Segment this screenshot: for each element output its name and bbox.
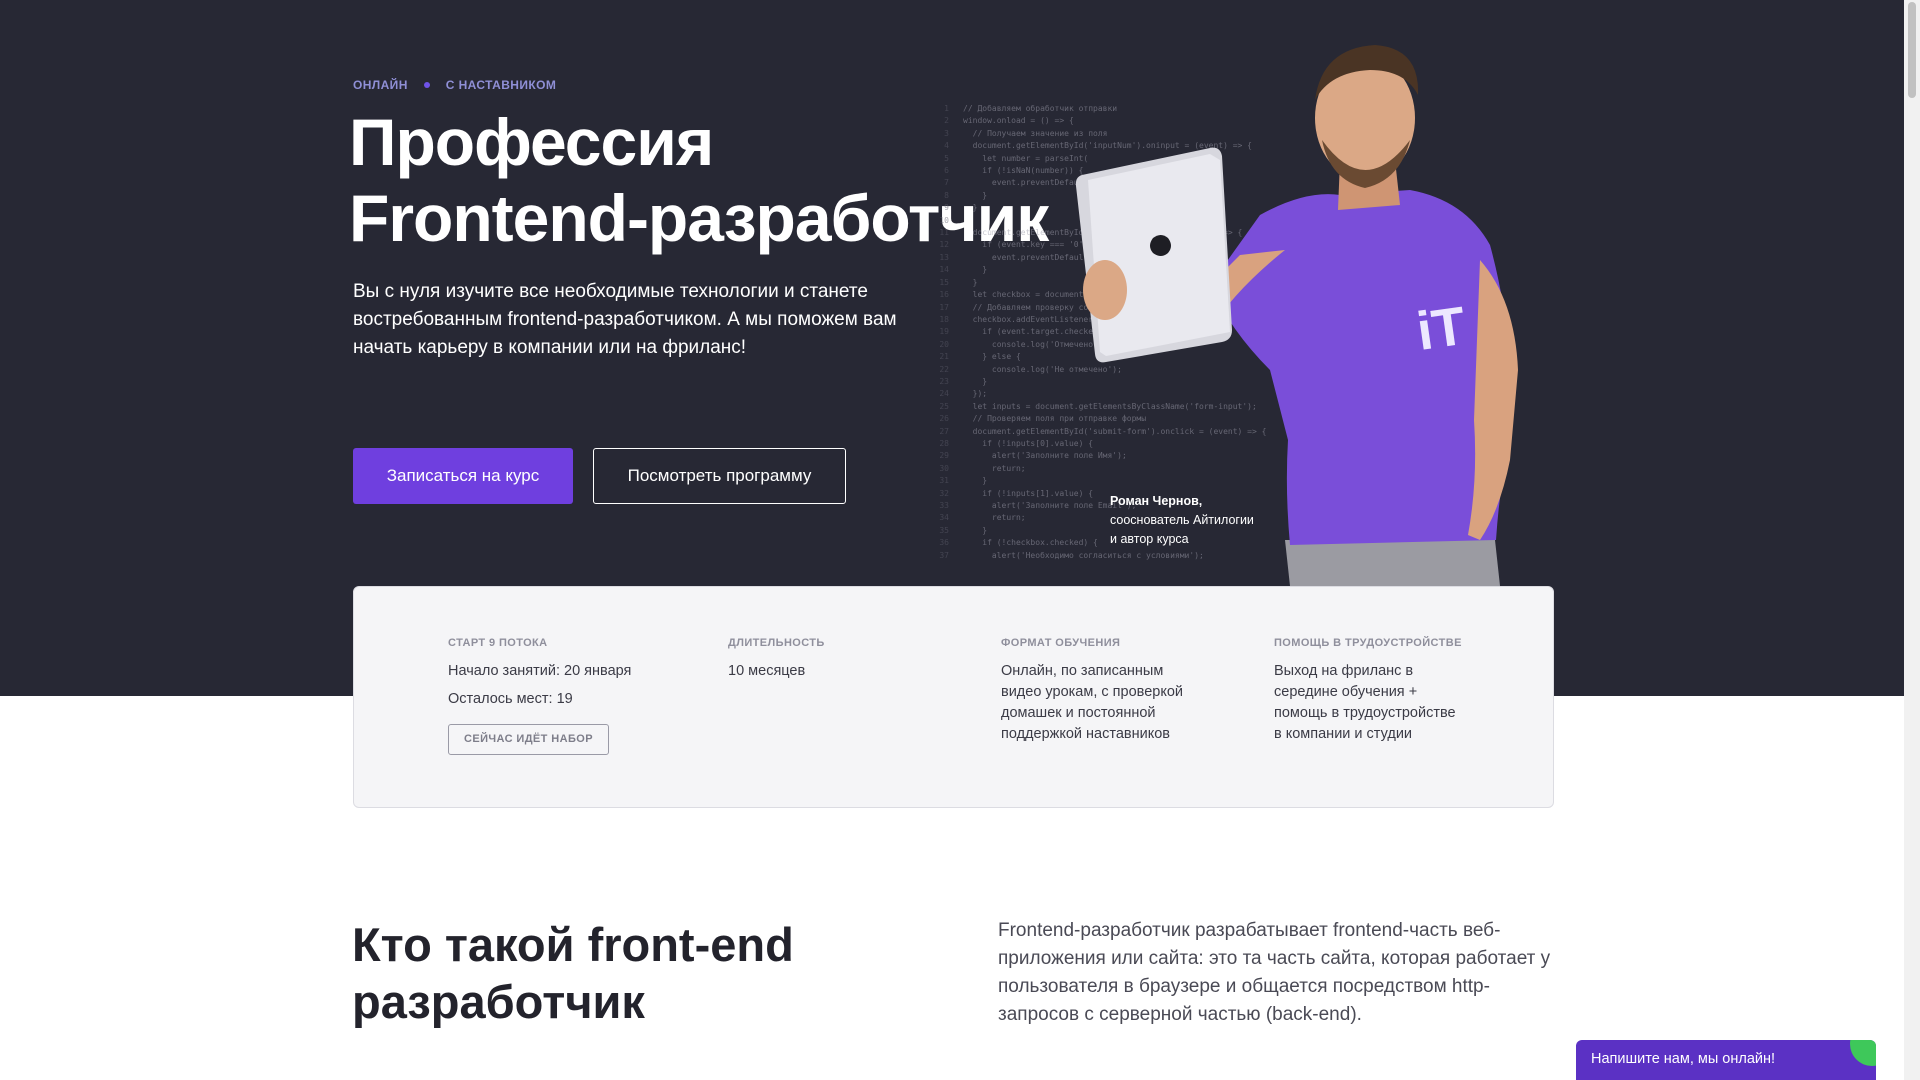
section-title-line-1: Кто такой front-end [352, 918, 794, 971]
info-start: СТАРТ 9 ПОТОКА Начало занятий: 20 января… [448, 637, 631, 755]
code-line-number: 28 [939, 438, 949, 448]
code-line-number: 33 [939, 501, 949, 510]
chat-widget-button[interactable]: Напишите нам, мы онлайн! [1576, 1040, 1876, 1080]
author-role-line-2: и автор курса [1110, 532, 1189, 546]
scrollbar-thumb[interactable] [1908, 2, 1916, 98]
code-line-number: 32 [939, 488, 949, 498]
section-description: Frontend-разработчик разрабатывает front… [998, 920, 1551, 1025]
code-line-text: } [963, 203, 978, 213]
enroll-button[interactable]: Записаться на курс [353, 448, 573, 504]
code-line-number: 12 [939, 240, 949, 250]
code-line-text: } [963, 476, 988, 486]
code-line-text: } [963, 277, 978, 287]
tag-mentor: С НАСТАВНИКОМ [445, 78, 557, 92]
info-duration-value: 10 месяцев [728, 663, 806, 679]
code-line-number: 16 [939, 290, 949, 300]
info-format: ФОРМАТ ОБУЧЕНИЯ Онлайн, по записанным ви… [1001, 637, 1183, 745]
info-career-line: Выход на фриланс в [1274, 663, 1414, 679]
code-line-text: return; [963, 513, 1026, 523]
jeans-shape [1285, 540, 1500, 586]
code-line-number: 17 [939, 302, 949, 312]
code-line-number: 37 [939, 550, 949, 560]
code-line-number: 21 [939, 352, 949, 362]
info-format-label: ФОРМАТ ОБУЧЕНИЯ [1001, 637, 1121, 649]
info-duration-label: ДЛИТЕЛЬНОСТЬ [728, 637, 825, 649]
code-line-text: } [963, 376, 988, 386]
info-seats-left: Осталось мест: 19 [448, 691, 573, 707]
code-line-number: 29 [939, 451, 949, 461]
code-line-number: 31 [939, 476, 949, 486]
code-line-number: 4 [944, 141, 949, 151]
status-badge: СЕЙЧАС ИДЁТ НАБОР [448, 724, 609, 755]
code-line-number: 20 [939, 339, 949, 349]
course-info-card: СТАРТ 9 ПОТОКА Начало занятий: 20 января… [353, 586, 1554, 808]
code-line-number: 1 [944, 104, 949, 113]
code-line-number: 7 [944, 178, 949, 188]
code-line-number: 3 [944, 128, 949, 138]
code-line-number: 23 [939, 376, 949, 386]
author-caption: Роман Чернов, сооснователь Айтилогии и а… [1110, 492, 1290, 549]
info-career-label: ПОМОЩЬ В ТРУДОУСТРОЙСТВЕ [1274, 637, 1462, 649]
page-scrollbar[interactable] [1904, 0, 1920, 1080]
code-line-number: 34 [939, 513, 949, 523]
info-format-line: домашек и постоянной [1001, 705, 1156, 721]
code-line-number: 13 [939, 252, 949, 262]
code-line-number: 15 [939, 277, 949, 287]
code-line-text: } [963, 525, 988, 535]
code-line-number: 2 [944, 116, 949, 126]
laptop-logo-icon [1150, 235, 1171, 256]
info-start-date: Начало занятий: 20 января [448, 663, 632, 679]
info-career-line: середине обучения + [1274, 684, 1418, 700]
hero-title-line-1: Профессия [349, 105, 714, 179]
code-line-number: 8 [944, 190, 949, 200]
online-indicator-icon [1850, 1040, 1876, 1066]
code-line-number: 6 [944, 166, 949, 176]
author-name: Роман Чернов, [1110, 494, 1203, 508]
code-line-number: 25 [939, 401, 949, 411]
code-line-number: 30 [939, 463, 949, 473]
section-title: Кто такой front-end разработчик [352, 916, 912, 1030]
info-career-line: в компании и студии [1274, 726, 1413, 742]
section-title-line-2: разработчик [352, 975, 645, 1028]
code-line-number: 11 [939, 228, 949, 238]
hero-description: Вы с нуля изучите все необходимые технол… [353, 281, 897, 358]
info-format-line: поддержкой наставников [1001, 726, 1170, 742]
info-format-line: видео урокам, с проверкой [1001, 684, 1183, 700]
hand-shape [1083, 260, 1127, 320]
code-line-text: } [963, 265, 988, 275]
code-line-number: 36 [939, 538, 949, 548]
code-line-number: 18 [939, 314, 949, 324]
code-line-number: 27 [939, 426, 949, 436]
code-line-text: return; [963, 463, 1026, 473]
code-line-text: } else { [963, 352, 1021, 362]
code-line-number: 9 [944, 203, 949, 213]
code-line-text: }); [963, 389, 988, 399]
view-program-button[interactable]: Посмотреть программу [593, 448, 846, 504]
code-line-number: 26 [939, 414, 949, 424]
info-duration: ДЛИТЕЛЬНОСТЬ 10 месяцев [728, 637, 825, 682]
code-line-number: 19 [939, 327, 949, 337]
code-line-text: window.onload = () => { [963, 116, 1074, 126]
code-line-number: 5 [944, 153, 949, 163]
code-line-number: 14 [939, 265, 949, 275]
info-career: ПОМОЩЬ В ТРУДОУСТРОЙСТВЕ Выход на фрилан… [1274, 637, 1462, 745]
chat-widget-label: Напишите нам, мы онлайн! [1591, 1051, 1776, 1067]
code-line-number: 35 [939, 525, 949, 535]
code-line-text: } [963, 190, 988, 200]
info-start-label: СТАРТ 9 ПОТОКА [448, 637, 548, 649]
code-line-number: 24 [939, 389, 949, 399]
tag-online: ОНЛАЙН [353, 78, 408, 92]
code-line-number: 10 [939, 215, 949, 225]
hero-tags: ОНЛАЙН С НАСТАВНИКОМ [353, 78, 556, 92]
author-role-line-1: сооснователь Айтилогии [1110, 513, 1254, 527]
code-line-number: 22 [939, 364, 949, 374]
info-format-line: Онлайн, по записанным [1001, 663, 1164, 679]
tag-separator-dot-icon [423, 82, 430, 88]
shirt-logo: iT [1413, 296, 1469, 362]
info-career-line: помощь в трудоустройстве [1274, 705, 1456, 721]
